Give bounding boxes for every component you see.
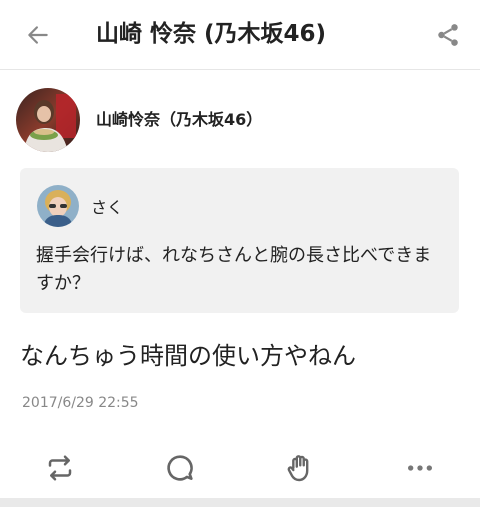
post-timestamp: 2017/6/29 22:55 (22, 395, 139, 411)
quoted-message: さく 握手会行けば、れなちさんと腕の長さ比べできますか？ (20, 168, 459, 313)
author-avatar[interactable] (16, 88, 80, 152)
repost-icon (48, 455, 72, 481)
repost-button[interactable] (40, 448, 80, 488)
share-icon (438, 24, 458, 46)
clap-button[interactable] (280, 448, 320, 488)
more-options-button[interactable] (400, 448, 440, 488)
arrow-left-icon (28, 26, 48, 44)
back-button[interactable] (22, 19, 54, 51)
post-body: なんちゅう時間の使い方やねん (20, 342, 356, 370)
page-title: 山崎 怜奈 (乃木坂46) (96, 21, 327, 47)
author-avatar-photo (16, 88, 80, 152)
comment-button[interactable] (160, 448, 200, 488)
share-button[interactable] (432, 19, 464, 51)
quoted-user-avatar-photo (37, 185, 79, 227)
clap-icon (287, 455, 309, 482)
bottom-divider (0, 498, 480, 507)
action-bar (0, 440, 480, 496)
app-bar: 山崎 怜奈 (乃木坂46) (0, 0, 480, 70)
quoted-message-text: 握手会行けば、れなちさんと腕の長さ比べできますか？ (36, 245, 432, 294)
quoted-user-avatar[interactable] (37, 185, 79, 227)
more-icon (408, 465, 432, 471)
author-name[interactable]: 山崎怜奈（乃木坂46） (96, 106, 262, 130)
quoted-user-name[interactable]: さく (91, 194, 123, 218)
comment-icon (167, 455, 193, 481)
